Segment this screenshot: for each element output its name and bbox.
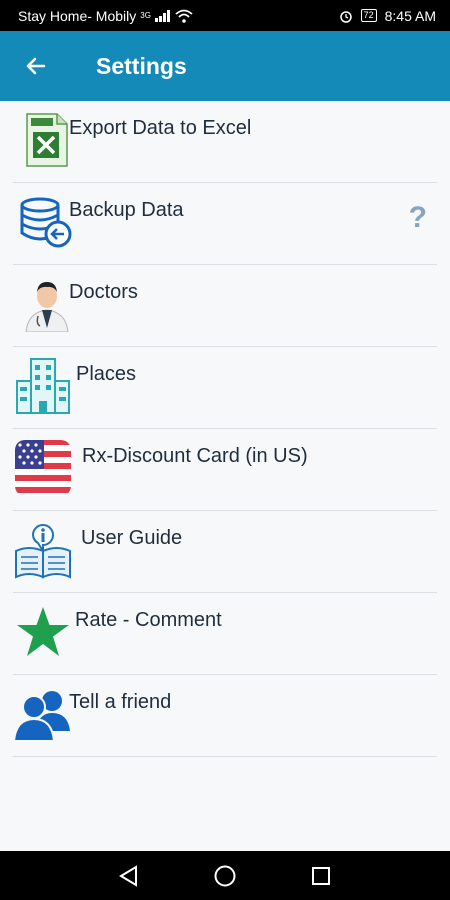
arrow-left-icon [26, 57, 46, 75]
nav-home-button[interactable] [209, 860, 241, 892]
battery-indicator: 72 [360, 9, 377, 22]
page-title: Settings [96, 52, 187, 79]
status-bar: Stay Home- Mobily 3G 72 8:45 AM [0, 0, 450, 31]
building-icon [13, 355, 73, 417]
menu-item-rate-comment[interactable]: Rate - Comment [13, 593, 437, 675]
menu-item-backup-data[interactable]: Backup Data ? [13, 183, 437, 265]
back-button[interactable] [0, 31, 72, 101]
menu-item-label: Rate - Comment [75, 609, 222, 631]
menu-item-label: User Guide [81, 527, 183, 549]
menu-item-places[interactable]: Places [13, 347, 437, 429]
excel-icon [17, 109, 77, 171]
settings-list: Export Data to Excel Backup Data ? Docto… [0, 101, 450, 757]
network-type: 3G [140, 11, 151, 20]
menu-item-export-excel[interactable]: Export Data to Excel [13, 101, 437, 183]
menu-item-label: Export Data to Excel [69, 117, 252, 139]
nav-back-button[interactable] [113, 860, 145, 892]
menu-item-user-guide[interactable]: User Guide [13, 511, 437, 593]
star-icon [13, 601, 73, 663]
menu-item-label: Doctors [69, 281, 138, 303]
user-guide-book-icon [13, 519, 73, 581]
wifi-icon [175, 9, 193, 23]
system-nav-bar [0, 851, 450, 900]
menu-item-label: Rx-Discount Card (in US) [82, 445, 308, 467]
menu-item-tell-friend[interactable]: Tell a friend [13, 675, 437, 757]
nav-recents-button[interactable] [305, 860, 337, 892]
carrier-name: Stay Home- Mobily [18, 7, 137, 24]
signal-icon [154, 9, 170, 22]
square-recents-icon [312, 866, 330, 885]
database-backup-icon [15, 191, 75, 253]
menu-item-doctors[interactable]: Doctors [13, 265, 437, 347]
menu-item-label: Places [76, 363, 137, 385]
menu-item-label: Backup Data [69, 199, 184, 221]
people-icon [13, 683, 73, 745]
menu-item-label: Tell a friend [69, 691, 172, 713]
clock: 8:45 AM [384, 7, 436, 24]
menu-item-rx-discount[interactable]: Rx-Discount Card (in US) [13, 429, 437, 511]
triangle-back-icon [119, 864, 137, 887]
app-bar: Settings [0, 31, 450, 101]
circle-home-icon [214, 865, 236, 886]
us-flag-icon [13, 437, 73, 499]
alarm-icon [339, 10, 352, 23]
doctor-icon [17, 273, 77, 335]
help-icon[interactable]: ? [409, 201, 427, 235]
